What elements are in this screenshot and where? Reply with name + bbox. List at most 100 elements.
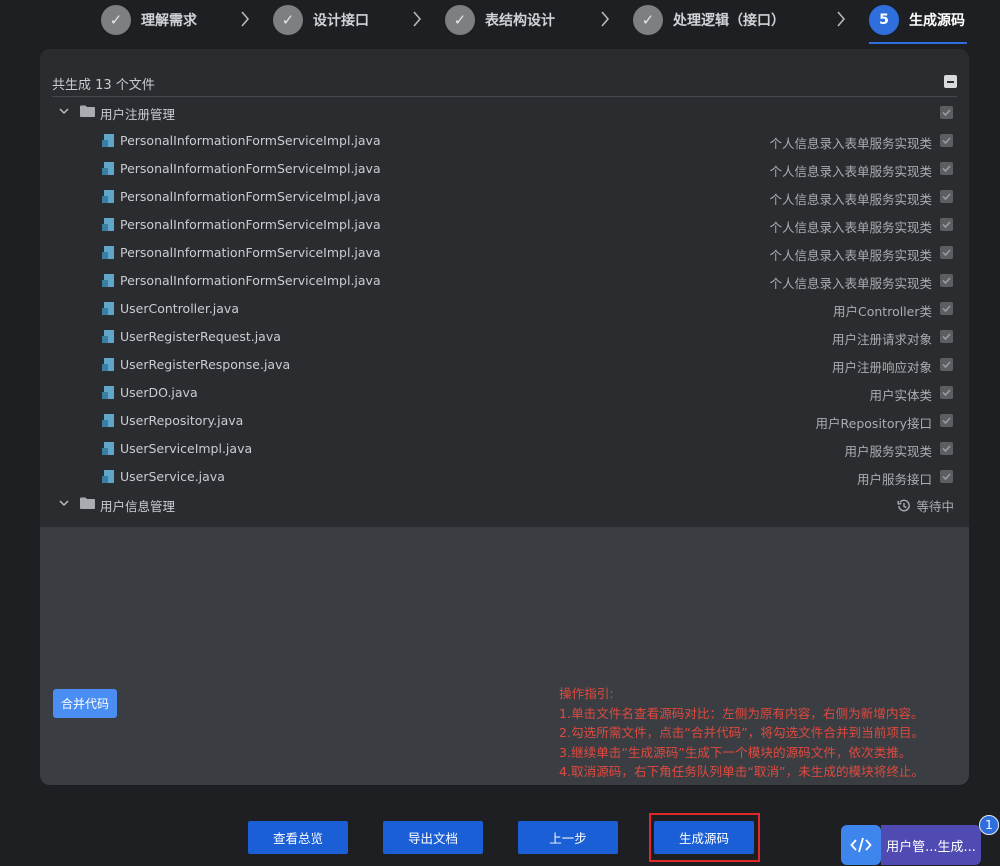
java-file-icon bbox=[102, 470, 114, 483]
file-checkbox[interactable] bbox=[940, 386, 953, 399]
file-checkbox[interactable] bbox=[940, 302, 953, 315]
java-file-icon bbox=[102, 134, 114, 147]
file-name[interactable]: UserRegisterResponse.java bbox=[120, 357, 290, 372]
file-row[interactable]: UserDO.java 用户实体类 bbox=[52, 379, 957, 407]
step-label: 理解需求 bbox=[141, 13, 197, 29]
file-description: 个人信息录入表单服务实现类 bbox=[769, 220, 932, 235]
step-design-interface[interactable]: ✓ 设计接口 bbox=[273, 4, 369, 36]
file-name[interactable]: UserServiceImpl.java bbox=[120, 441, 252, 456]
file-description: 个人信息录入表单服务实现类 bbox=[769, 164, 932, 179]
file-name[interactable]: PersonalInformationFormServiceImpl.java bbox=[120, 189, 381, 204]
java-file-icon bbox=[102, 218, 114, 231]
file-row[interactable]: PersonalInformationFormServiceImpl.java … bbox=[52, 155, 957, 183]
file-row[interactable]: UserRegisterRequest.java 用户注册请求对象 bbox=[52, 323, 957, 351]
guide-line: 2.勾选所需文件，点击“合并代码”，将勾选文件合并到当前项目。 bbox=[559, 725, 925, 740]
main-panel: 共生成 13 个文件 用户注册管理 PersonalInformationFor… bbox=[40, 49, 969, 785]
file-row[interactable]: UserRepository.java 用户Repository接口 bbox=[52, 407, 957, 435]
file-name[interactable]: UserRegisterRequest.java bbox=[120, 329, 281, 344]
file-row[interactable]: PersonalInformationFormServiceImpl.java … bbox=[52, 127, 957, 155]
chevron-down-icon[interactable] bbox=[58, 105, 70, 117]
step-understand-requirements[interactable]: ✓ 理解需求 bbox=[101, 4, 197, 36]
step-table-design[interactable]: ✓ 表结构设计 bbox=[445, 4, 555, 36]
java-file-icon bbox=[102, 190, 114, 203]
file-row[interactable]: UserController.java 用户Controller类 bbox=[52, 295, 957, 323]
folder-row[interactable]: 用户注册管理 bbox=[52, 99, 957, 127]
guide-line: 1.单击文件名查看源码对比：左侧为原有内容，右侧为新增内容。 bbox=[559, 705, 924, 721]
file-row[interactable]: UserRegisterResponse.java 用户注册响应对象 bbox=[52, 351, 957, 379]
file-checkbox[interactable] bbox=[940, 414, 953, 427]
file-name[interactable]: PersonalInformationFormServiceImpl.java bbox=[120, 161, 381, 176]
file-name[interactable]: UserRepository.java bbox=[120, 413, 243, 428]
file-description: 用户服务实现类 bbox=[844, 444, 932, 459]
file-checkbox[interactable] bbox=[940, 190, 953, 203]
summary-row: 共生成 13 个文件 bbox=[52, 71, 957, 97]
file-name[interactable]: PersonalInformationFormServiceImpl.java bbox=[120, 245, 381, 260]
file-name[interactable]: UserController.java bbox=[120, 301, 239, 316]
chevron-right-icon bbox=[601, 11, 610, 27]
folder-row[interactable]: 用户信息管理 等待中 bbox=[52, 491, 957, 519]
file-description: 个人信息录入表单服务实现类 bbox=[769, 136, 932, 151]
file-checkbox[interactable] bbox=[940, 246, 953, 259]
file-checkbox[interactable] bbox=[940, 274, 953, 287]
file-row[interactable]: PersonalInformationFormServiceImpl.java … bbox=[52, 211, 957, 239]
file-name[interactable]: PersonalInformationFormServiceImpl.java bbox=[120, 217, 381, 232]
step-label: 处理逻辑（接口） bbox=[673, 13, 785, 29]
code-icon[interactable] bbox=[841, 825, 881, 865]
file-name[interactable]: UserDO.java bbox=[120, 385, 198, 400]
merge-code-button[interactable]: 合并代码 bbox=[53, 689, 117, 718]
check-icon: ✓ bbox=[445, 5, 475, 35]
file-name[interactable]: PersonalInformationFormServiceImpl.java bbox=[120, 133, 381, 148]
folder-name: 用户信息管理 bbox=[100, 499, 176, 514]
folder-icon bbox=[80, 497, 95, 509]
file-name[interactable]: PersonalInformationFormServiceImpl.java bbox=[120, 273, 381, 288]
folder-checkbox[interactable] bbox=[940, 106, 953, 119]
java-file-icon bbox=[102, 302, 114, 315]
file-checkbox[interactable] bbox=[940, 218, 953, 231]
history-icon bbox=[897, 499, 911, 511]
file-row[interactable]: UserService.java 用户服务接口 bbox=[52, 463, 957, 491]
file-row[interactable]: PersonalInformationFormServiceImpl.java … bbox=[52, 183, 957, 211]
operation-guide: 操作指引: 1.单击文件名查看源码对比：左侧为原有内容，右侧为新增内容。 2.勾… bbox=[559, 684, 969, 782]
chevron-right-icon bbox=[837, 11, 846, 27]
task-count-badge: 1 bbox=[979, 815, 999, 835]
step-label: 设计接口 bbox=[313, 13, 369, 29]
step-processing-logic[interactable]: ✓ 处理逻辑（接口） bbox=[633, 4, 785, 36]
folder-icon bbox=[80, 105, 95, 117]
view-overview-button[interactable]: 查看总览 bbox=[248, 821, 348, 854]
highlight-box bbox=[649, 813, 760, 862]
file-row[interactable]: PersonalInformationFormServiceImpl.java … bbox=[52, 239, 957, 267]
chevron-down-icon[interactable] bbox=[58, 497, 70, 509]
file-description: 用户Controller类 bbox=[833, 304, 932, 319]
file-row[interactable]: PersonalInformationFormServiceImpl.java … bbox=[52, 267, 957, 295]
stepper: ✓ 理解需求 ✓ 设计接口 ✓ 表结构设计 ✓ 处理逻辑（接口） 5 生成源码 bbox=[0, 0, 1000, 44]
collapse-all-checkbox[interactable] bbox=[944, 75, 957, 88]
file-checkbox[interactable] bbox=[940, 134, 953, 147]
file-row[interactable]: UserServiceImpl.java 用户服务实现类 bbox=[52, 435, 957, 463]
chevron-right-icon bbox=[241, 11, 250, 27]
java-file-icon bbox=[102, 330, 114, 343]
file-checkbox[interactable] bbox=[940, 358, 953, 371]
task-queue-float[interactable]: 用户管...生成... 1 bbox=[841, 815, 999, 865]
file-description: 用户服务接口 bbox=[856, 472, 932, 487]
file-checkbox[interactable] bbox=[940, 442, 953, 455]
java-file-icon bbox=[102, 358, 114, 371]
guide-title: 操作指引: bbox=[559, 686, 614, 701]
java-file-icon bbox=[102, 442, 114, 455]
file-checkbox[interactable] bbox=[940, 330, 953, 343]
check-icon: ✓ bbox=[273, 5, 303, 35]
file-checkbox[interactable] bbox=[940, 470, 953, 483]
step-label: 表结构设计 bbox=[485, 13, 555, 29]
java-file-icon bbox=[102, 386, 114, 399]
file-name[interactable]: UserService.java bbox=[120, 469, 225, 484]
java-file-icon bbox=[102, 274, 114, 287]
status-waiting: 等待中 bbox=[897, 496, 954, 515]
previous-step-button[interactable]: 上一步 bbox=[518, 821, 618, 854]
guide-line: 3.继续单击“生成源码”生成下一个模块的源码文件，依次类推。 bbox=[559, 744, 912, 760]
guide-line: 4.取消源码，右下角任务队列单击“取消”，未生成的模块将终止。 bbox=[559, 764, 925, 779]
task-label[interactable]: 用户管...生成... bbox=[881, 825, 981, 865]
file-checkbox[interactable] bbox=[940, 162, 953, 175]
step-generate-source[interactable]: 5 生成源码 bbox=[869, 4, 967, 44]
file-description: 用户Repository接口 bbox=[815, 416, 932, 431]
file-description: 用户实体类 bbox=[869, 388, 932, 403]
export-document-button[interactable]: 导出文档 bbox=[383, 821, 483, 854]
